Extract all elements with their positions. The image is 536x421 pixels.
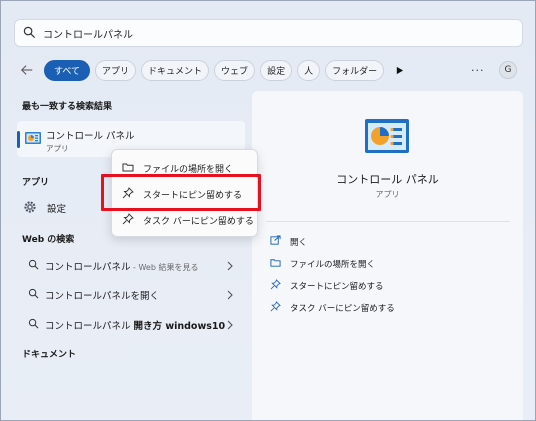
filter-chip-all[interactable]: すべて <box>44 59 91 81</box>
filter-chip-people[interactable]: 人 <box>297 59 321 81</box>
context-pin-to-taskbar-label: タスク バーにピン留めする <box>143 216 254 227</box>
pin-to-taskbar-label: タスク バーにピン留めする <box>290 304 395 314</box>
apps-heading: アプリ <box>22 178 50 188</box>
web-result-3-main: コントロールパネル <box>45 321 134 332</box>
web-result-1-extra: - Web 結果を見る <box>130 263 199 272</box>
control-panel-icon <box>363 117 411 157</box>
web-result-3[interactable]: コントロールパネル 開き方 windows10 <box>28 316 238 334</box>
filter-chip-settings[interactable]: 設定 <box>260 59 293 81</box>
play-icon[interactable] <box>392 63 406 77</box>
pin-to-start-action[interactable]: スタートにピン留めする <box>270 278 384 294</box>
chevron-right-icon[interactable] <box>226 261 234 271</box>
pin-icon <box>122 212 134 228</box>
back-arrow-icon[interactable] <box>19 62 35 78</box>
filter-chip-web[interactable]: ウェブ <box>214 59 256 81</box>
web-result-1-main: コントロールパネル <box>45 262 131 273</box>
filter-chip-folders[interactable]: フォルダー <box>325 59 385 81</box>
web-search-heading: Web の検索 <box>22 235 75 245</box>
detail-panel: コントロール パネル アプリ 開く ファイルの場所を開く スタートにピン留めする <box>252 91 523 420</box>
pin-to-start-label: スタートにピン留めする <box>290 282 384 292</box>
control-panel-icon <box>24 130 42 146</box>
detail-subtitle: アプリ <box>375 190 400 199</box>
settings-label: 設定 <box>47 204 67 215</box>
search-icon <box>23 24 36 43</box>
chevron-right-icon[interactable] <box>226 320 234 330</box>
divider <box>266 221 510 222</box>
pin-icon <box>270 279 281 293</box>
context-open-file-location-label: ファイルの場所を開く <box>143 164 234 175</box>
pin-icon <box>270 301 281 315</box>
web-result-3-extra: 開き方 windows10 <box>133 321 226 332</box>
open-action[interactable]: 開く <box>270 234 307 250</box>
open-file-location-action[interactable]: ファイルの場所を開く <box>270 256 375 272</box>
search-window: コントロールパネル すべて アプリ ドキュメント ウェブ 設定 人 フォルダー … <box>0 0 536 421</box>
search-icon <box>28 318 39 332</box>
search-icon <box>28 288 39 302</box>
open-file-location-label: ファイルの場所を開く <box>290 260 376 270</box>
documents-heading: ドキュメント <box>22 350 77 360</box>
web-result-2-main: コントロールパネルを開く <box>45 291 160 302</box>
filter-chip-documents[interactable]: ドキュメント <box>141 59 210 81</box>
context-pin-to-taskbar[interactable]: タスク バーにピン留めする <box>122 211 254 229</box>
detail-title: コントロール パネル <box>336 173 439 186</box>
web-result-1[interactable]: コントロールパネル - Web 結果を見る <box>28 257 238 275</box>
selection-indicator <box>17 131 20 148</box>
settings-app-item[interactable]: 設定 <box>23 199 66 217</box>
open-action-label: 開く <box>290 238 308 248</box>
pin-to-taskbar-action[interactable]: タスク バーにピン留めする <box>270 300 395 316</box>
gear-icon <box>23 199 37 218</box>
filter-chip-apps[interactable]: アプリ <box>95 59 137 81</box>
open-icon <box>270 235 281 249</box>
best-match-name: コントロール パネル <box>46 131 135 142</box>
highlight-annotation <box>101 174 261 211</box>
filter-bar: すべて アプリ ドキュメント ウェブ 設定 人 フォルダー ··· G <box>19 59 519 81</box>
best-match-heading: 最も一致する検索結果 <box>22 102 113 112</box>
search-input[interactable]: コントロールパネル <box>43 26 133 41</box>
search-icon <box>28 259 39 273</box>
chevron-right-icon[interactable] <box>226 290 234 300</box>
avatar[interactable]: G <box>499 61 517 79</box>
web-result-2[interactable]: コントロールパネルを開く <box>28 286 238 304</box>
best-match-type: アプリ <box>46 144 69 153</box>
search-box[interactable]: コントロールパネル <box>14 19 523 47</box>
folder-icon <box>270 257 281 271</box>
more-options-button[interactable]: ··· <box>471 59 485 81</box>
